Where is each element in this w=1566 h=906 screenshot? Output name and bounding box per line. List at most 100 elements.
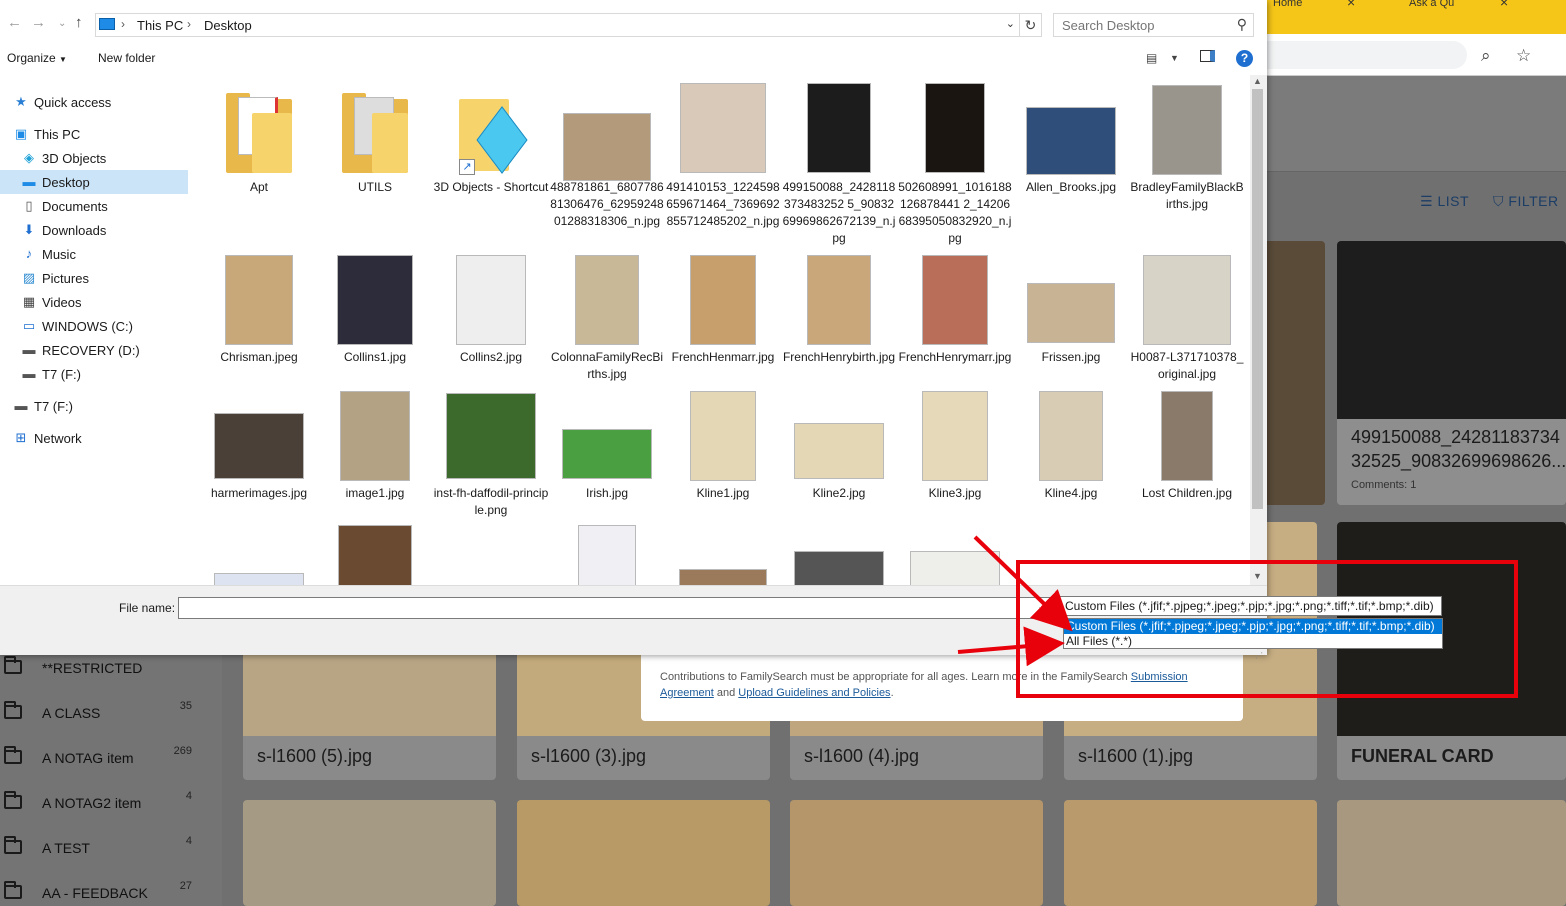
chevron-down-icon[interactable]: ▼: [1170, 53, 1179, 63]
nav-item-desktop[interactable]: ▬ Desktop: [0, 170, 188, 194]
file-item-image[interactable]: Frissen.jpg: [1013, 253, 1129, 389]
up-arrow-icon[interactable]: ↑: [75, 14, 83, 31]
nav-item-music[interactable]: ♪ Music: [0, 242, 188, 266]
file-item-image[interactable]: 488781861_680778681306476_62959248012883…: [549, 83, 665, 253]
nav-item-network[interactable]: ⊞ Network: [0, 426, 188, 450]
view-options-icon[interactable]: ▤: [1146, 51, 1157, 65]
memory-card[interactable]: [517, 800, 770, 906]
file-item-image[interactable]: inst-fh-daffodil-principle.png: [433, 389, 549, 525]
breadcrumb-desktop[interactable]: Desktop: [204, 18, 252, 33]
zoom-icon[interactable]: ⌕: [1481, 46, 1491, 66]
file-item-image[interactable]: FrenchHenrymarr.jpg: [897, 253, 1013, 389]
browser-url-field[interactable]: [1267, 41, 1467, 69]
organize-button[interactable]: Organize ▼: [7, 51, 67, 65]
scroll-up-icon[interactable]: ▲: [1253, 76, 1262, 86]
file-item-image[interactable]: Collins2.jpg: [433, 253, 549, 389]
breadcrumb-this-pc[interactable]: This PC: [137, 18, 183, 33]
browser-tab-ask[interactable]: Ask a Qu: [1409, 0, 1469, 10]
memory-card[interactable]: [1337, 800, 1566, 906]
bookmark-star-icon[interactable]: ☆: [1516, 46, 1531, 66]
file-item-image[interactable]: Kline3.jpg: [897, 389, 1013, 525]
nav-item-3d-objects[interactable]: ◈ 3D Objects: [0, 146, 188, 170]
folder-item[interactable]: A NOTAG item 269: [0, 736, 222, 781]
memory-card[interactable]: [1064, 800, 1317, 906]
breadcrumb-separator[interactable]: ›: [121, 17, 125, 31]
file-item-image[interactable]: Allen_Brooks.jpg: [1013, 83, 1129, 253]
folder-item[interactable]: A TEST 4: [0, 826, 222, 871]
file-item-folder[interactable]: Apt: [201, 83, 317, 253]
file-item-folder[interactable]: UTILS: [317, 83, 433, 253]
file-item-image[interactable]: BradleyFamilyBlackBirths.jpg: [1129, 83, 1245, 253]
file-item-image[interactable]: Collins1.jpg: [317, 253, 433, 389]
file-item-image[interactable]: FrenchHenmarr.jpg: [665, 253, 781, 389]
folder-icon: [342, 93, 408, 173]
search-icon[interactable]: ⚲: [1237, 16, 1247, 33]
file-item-image[interactable]: Kline4.jpg: [1013, 389, 1129, 525]
forward-arrow-icon[interactable]: →: [31, 14, 46, 31]
file-item-image[interactable]: Kline1.jpg: [665, 389, 781, 525]
file-item-image[interactable]: [897, 525, 1013, 585]
scrollbar-thumb[interactable]: [1252, 89, 1263, 509]
nav-item-downloads[interactable]: ⬇ Downloads: [0, 218, 188, 242]
file-item-image[interactable]: [549, 525, 665, 585]
preview-pane-icon[interactable]: [1200, 50, 1215, 65]
recent-locations-icon[interactable]: ⌄: [58, 18, 66, 29]
nav-item-t7-f[interactable]: ▬ T7 (F:): [0, 362, 188, 386]
close-icon[interactable]: ×: [1500, 0, 1508, 10]
address-bar[interactable]: › This PC › Desktop ⌄: [95, 13, 1020, 37]
file-item-image[interactable]: 499150088_2428118373483252 5_90832699698…: [781, 83, 897, 253]
file-name-input[interactable]: [178, 597, 1050, 619]
list-view-button[interactable]: ☰ LIST: [1420, 193, 1469, 210]
folder-item[interactable]: A CLASS 35: [0, 691, 222, 736]
memory-card[interactable]: [790, 800, 1043, 906]
card-title: FUNERAL CARD: [1351, 746, 1494, 766]
memory-card[interactable]: [243, 800, 496, 906]
file-name: H0087-L371710378_original.jpg: [1130, 350, 1244, 381]
file-item-image[interactable]: Irish.jpg: [549, 389, 665, 525]
nav-item-recovery-d[interactable]: ▬ RECOVERY (D:): [0, 338, 188, 362]
nav-item-documents[interactable]: ▯ Documents: [0, 194, 188, 218]
folder-item[interactable]: A NOTAG2 item 4: [0, 781, 222, 826]
file-item-shortcut[interactable]: ↗ 3D Objects - Shortcut: [433, 83, 549, 253]
file-item-image[interactable]: [317, 525, 433, 585]
file-item-image[interactable]: H0087-L371710378_original.jpg: [1129, 253, 1245, 389]
search-box[interactable]: ⚲: [1053, 13, 1254, 37]
help-icon[interactable]: ?: [1236, 50, 1253, 67]
image-thumbnail: [1143, 255, 1231, 345]
file-item-image[interactable]: image1.jpg: [317, 389, 433, 525]
folder-count: 27: [179, 880, 192, 892]
file-item-image[interactable]: [665, 525, 781, 585]
nav-item-windows-c[interactable]: ▭ WINDOWS (C:): [0, 314, 188, 338]
upload-guidelines-link[interactable]: Upload Guidelines and Policies: [738, 687, 890, 699]
close-icon[interactable]: ×: [1347, 0, 1355, 10]
file-item-image[interactable]: [201, 525, 317, 585]
search-input[interactable]: [1054, 14, 1229, 36]
file-item-image[interactable]: Chrisman.jpeg: [201, 253, 317, 389]
file-item-image[interactable]: ColonnaFamilyRecBirths.jpg: [549, 253, 665, 389]
back-arrow-icon[interactable]: ←: [7, 14, 22, 31]
file-item-image[interactable]: Lost Children.jpg: [1129, 389, 1245, 525]
nav-item-quick-access[interactable]: ★ Quick access: [0, 90, 188, 114]
filter-button[interactable]: ⛉ FILTER: [1493, 193, 1559, 210]
file-item-image[interactable]: Kline2.jpg: [781, 389, 897, 525]
memory-card-featured[interactable]: 499150088_24281183734 32525_908326996986…: [1337, 241, 1566, 505]
notice-and: and: [716, 687, 736, 699]
file-item-image[interactable]: 491410153_1224598659671464_7369692855712…: [665, 83, 781, 253]
file-item-image[interactable]: harmerimages.jpg: [201, 389, 317, 525]
chevron-down-icon[interactable]: ⌄: [1006, 17, 1015, 30]
vertical-scrollbar[interactable]: ▲ ▼: [1250, 75, 1267, 585]
nav-item-this-pc[interactable]: ▣ This PC: [0, 122, 188, 146]
new-folder-button[interactable]: New folder: [98, 51, 155, 65]
browser-tab-home[interactable]: Home: [1273, 0, 1333, 10]
file-item-image[interactable]: FrenchHenrybirth.jpg: [781, 253, 897, 389]
file-name-label: File name:: [119, 601, 176, 615]
nav-item-t7-f-root[interactable]: ▬ T7 (F:): [0, 394, 188, 418]
folder-item[interactable]: AA - FEEDBACK 27: [0, 871, 222, 906]
file-name: 488781861_680778681306476_62959248012883…: [550, 180, 664, 228]
breadcrumb-separator[interactable]: ›: [187, 17, 191, 31]
nav-item-pictures[interactable]: ▨ Pictures: [0, 266, 188, 290]
file-item-image[interactable]: 502608991_1016188126878441 2_14206683950…: [897, 83, 1013, 253]
file-item-image[interactable]: [781, 525, 897, 585]
refresh-button[interactable]: ↻: [1020, 13, 1042, 37]
nav-item-videos[interactable]: ▦ Videos: [0, 290, 188, 314]
